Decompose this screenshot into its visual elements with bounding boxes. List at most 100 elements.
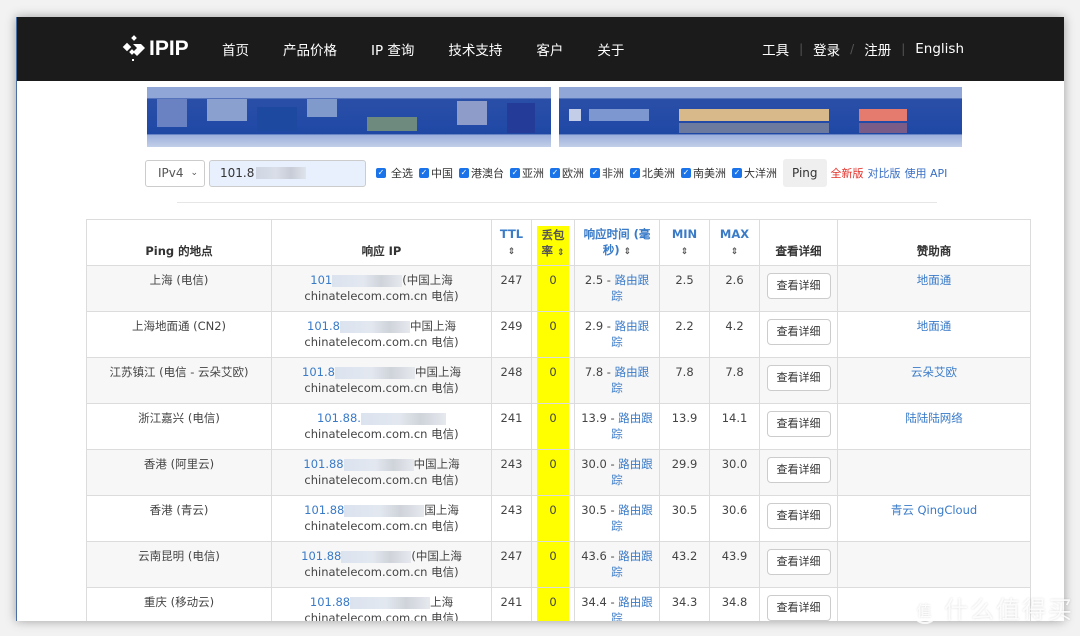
nav-ip-lookup[interactable]: IP 查询 [371, 39, 414, 59]
cell-packet-loss: 0 [531, 541, 575, 588]
nav-tools[interactable]: 工具 [762, 39, 789, 59]
cell-response-time: 2.5 - 路由跟踪 [574, 265, 660, 312]
view-details-button[interactable]: 查看详细 [766, 365, 831, 391]
use-api-link[interactable]: 使用 API [905, 165, 948, 181]
checkbox-select-all[interactable]: ✓ 全选 [376, 165, 413, 181]
compare-version-link[interactable]: 对比版 [868, 165, 901, 181]
checkbox-europe[interactable]: ✓ 欧洲 [550, 165, 584, 181]
cell-response-time: 30.0 - 路由跟踪 [574, 449, 660, 496]
nav-pricing[interactable]: 产品价格 [283, 39, 337, 59]
cell-min: 30.5 [659, 495, 710, 542]
header-loss-label-2: 率 [541, 244, 553, 258]
cell-location: 香港 (青云) [86, 495, 272, 542]
cell-ttl: 247 [491, 541, 532, 588]
checkbox-africa[interactable]: ✓ 非洲 [590, 165, 624, 181]
header-ttl[interactable]: TTL ⇕ [491, 219, 532, 266]
ip-version-select[interactable]: IPv4 ⌄ [145, 159, 205, 187]
traceroute-link[interactable]: 路由跟踪 [611, 365, 649, 395]
cell-max: 14.1 [709, 403, 760, 450]
checkbox-china[interactable]: ✓ 中国 [419, 165, 453, 181]
nav-separator: | [901, 42, 906, 56]
ttl-value: 249 [500, 319, 523, 333]
traceroute-link[interactable]: 路由跟踪 [611, 595, 653, 621]
nav-home[interactable]: 首页 [222, 39, 249, 59]
response-ip-link[interactable]: 101.88 [303, 457, 343, 471]
cell-ttl: 243 [491, 495, 532, 542]
checkbox-checked-icon: ✓ [681, 168, 691, 178]
table-row: 上海 (电信) 101 (中国上海 chinatelecom.com.cn 电信) 24… [86, 265, 1031, 312]
checkbox-hk-macau-taiwan[interactable]: ✓ 港澳台 [459, 165, 504, 181]
response-ip-link[interactable]: 101 [310, 273, 332, 287]
response-ip-link[interactable]: 101.88 [304, 503, 344, 517]
cell-min: 7.8 [659, 357, 710, 404]
sort-icon[interactable]: ⇕ [731, 247, 739, 257]
checkbox-checked-icon: ✓ [590, 168, 600, 178]
traceroute-link[interactable]: 路由跟踪 [611, 273, 649, 303]
response-ip-link[interactable]: 101.88 [301, 549, 341, 563]
traceroute-link[interactable]: 路由跟踪 [611, 411, 653, 441]
header-packet-loss[interactable]: 丢包 率 ⇕ [531, 219, 575, 266]
ping-button[interactable]: Ping [783, 159, 827, 187]
table-row: 上海地面通 (CN2) 101.8 中国上海 chinatelecom.com.cn … [86, 311, 1031, 358]
sponsor-link[interactable]: 地面通 [917, 273, 952, 287]
max-value: 2.6 [725, 273, 744, 287]
table-row: 香港 (阿里云) 101.88 中国上海 chinatelecom.com.cn 电信… [86, 449, 1031, 496]
sponsor-link[interactable]: 云朵艾欧 [911, 365, 957, 379]
response-ip-link[interactable]: 101.8 [307, 319, 340, 333]
nav-login[interactable]: 登录 [813, 39, 840, 59]
checkbox-asia[interactable]: ✓ 亚洲 [510, 165, 544, 181]
chevron-down-icon: ⌄ [190, 168, 198, 178]
checkbox-checked-icon: ✓ [419, 168, 429, 178]
response-ip-link[interactable]: 101.88. [317, 411, 361, 425]
view-details-button[interactable]: 查看详细 [766, 319, 831, 345]
redacted-ip-blur [332, 274, 403, 287]
location-text: 上海 (电信) [149, 273, 209, 287]
traceroute-link[interactable]: 路由跟踪 [611, 319, 649, 349]
nav-english[interactable]: English [915, 41, 964, 57]
sort-icon[interactable]: ⇕ [681, 247, 689, 257]
nav-about[interactable]: 关于 [597, 39, 624, 59]
view-details-button[interactable]: 查看详细 [766, 549, 831, 575]
sort-icon[interactable]: ⇕ [508, 247, 516, 257]
min-value: 2.2 [675, 319, 694, 333]
ping-results-table: Ping 的地点 响应 IP TTL ⇕ 丢包 率 ⇕ 响应时间 (毫 秒) ⇕… [86, 219, 1031, 621]
sponsor-link[interactable]: 陆陆陆网络 [905, 411, 963, 425]
header-min[interactable]: MIN ⇕ [659, 219, 710, 266]
view-details-button[interactable]: 查看详细 [766, 503, 831, 529]
traceroute-label: 路由跟 [614, 273, 650, 287]
cell-sponsor: 云朵艾欧 [837, 357, 1031, 404]
view-details-button[interactable]: 查看详细 [766, 457, 831, 483]
sort-icon[interactable]: ⇕ [624, 247, 632, 257]
ad-banner-right[interactable] [558, 87, 962, 147]
location-text: 香港 (青云) [149, 503, 209, 517]
new-version-link[interactable]: 全新版 [831, 165, 864, 181]
response-ip-link[interactable]: 101.8 [302, 365, 335, 379]
nav-support[interactable]: 技术支持 [448, 39, 502, 59]
checkbox-north-america[interactable]: ✓ 北美洲 [630, 165, 675, 181]
header-response-time[interactable]: 响应时间 (毫 秒) ⇕ [574, 219, 660, 266]
view-details-button[interactable]: 查看详细 [766, 273, 831, 299]
nav-register[interactable]: 注册 [864, 39, 891, 59]
nav-customers[interactable]: 客户 [536, 39, 563, 59]
sponsor-link[interactable]: 地面通 [917, 319, 952, 333]
checkbox-checked-icon: ✓ [510, 168, 520, 178]
ad-banner-left[interactable] [147, 87, 551, 147]
sponsor-link[interactable]: 青云 QingCloud [891, 503, 977, 517]
view-details-button[interactable]: 查看详细 [766, 595, 831, 621]
checkbox-oceania[interactable]: ✓ 大洋洲 [732, 165, 777, 181]
traceroute-link[interactable]: 路由跟踪 [611, 503, 653, 533]
ip-address-input[interactable]: 101.8 [209, 159, 366, 187]
cell-sponsor: 地面通 [837, 311, 1031, 358]
header-max[interactable]: MAX ⇕ [709, 219, 760, 266]
checkbox-south-america[interactable]: ✓ 南美洲 [681, 165, 726, 181]
traceroute-label: 路由跟 [618, 411, 653, 425]
traceroute-link[interactable]: 路由跟踪 [611, 457, 653, 487]
ipip-logo[interactable]: IPIP [121, 35, 189, 63]
traceroute-link[interactable]: 路由跟踪 [611, 549, 653, 579]
ad-banner[interactable] [147, 87, 962, 147]
view-details-button[interactable]: 查看详细 [766, 411, 831, 437]
response-ip-link[interactable]: 101.88 [310, 595, 350, 609]
redacted-ip-blur [344, 504, 425, 517]
sort-icon[interactable]: ⇕ [557, 248, 565, 258]
cell-ttl: 241 [491, 587, 532, 621]
